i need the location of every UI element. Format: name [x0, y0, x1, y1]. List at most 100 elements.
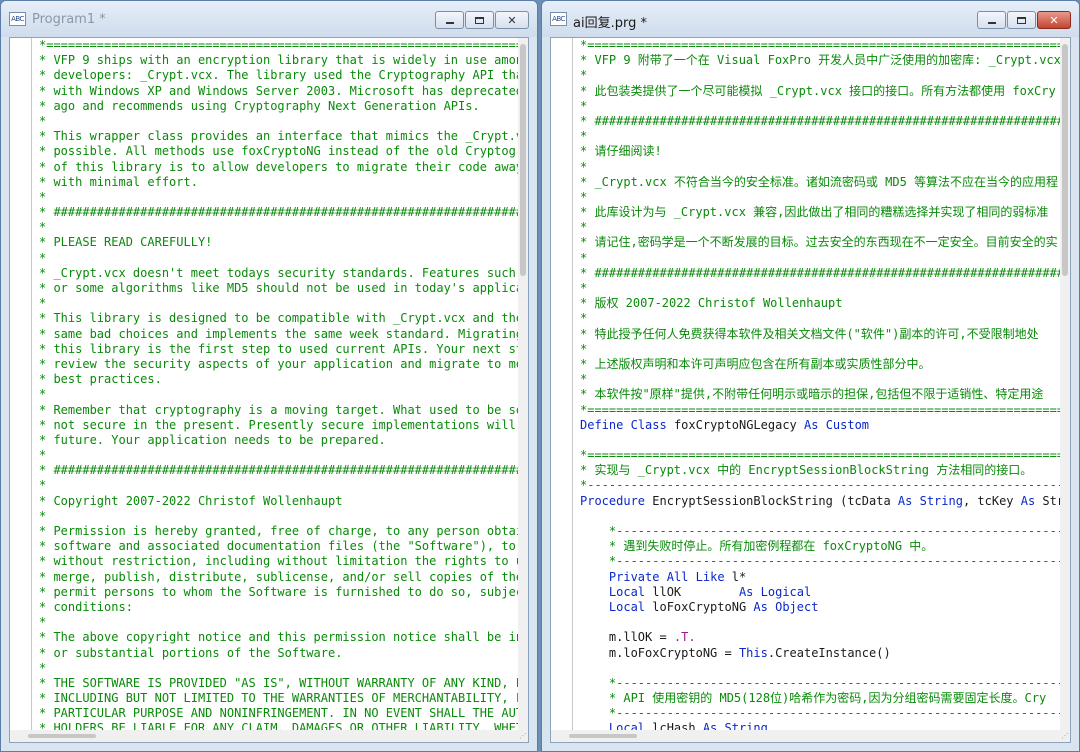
code-line: *=======================================… [580, 402, 1060, 417]
scroll-thumb[interactable] [28, 734, 96, 738]
code-line: *---------------------------------------… [608, 554, 1060, 569]
title-bar[interactable]: ABC Program1 * ✕ [1, 1, 537, 37]
maximize-button[interactable] [465, 11, 494, 29]
maximize-icon [475, 16, 484, 24]
scroll-thumb[interactable] [569, 734, 637, 738]
maximize-icon [1017, 16, 1026, 24]
code-line: * 实现与 _Crypt.vcx 中的 EncryptSessionBlockS… [580, 463, 1033, 478]
abc-text-icon: ABC [550, 12, 567, 26]
code-line: * Remember that cryptography is a moving… [39, 402, 518, 417]
code-line: m.loFoxCryptoNG = This.CreateInstance() [580, 645, 891, 660]
code-line: * 此包装类提供了一个尽可能模拟 _Crypt.vcx 接口的接口。所有方法都使… [580, 83, 1056, 98]
code-line: * 版权 2007-2022 Christof Wollenhaupt [580, 296, 843, 311]
code-line: Local llOK As Logical [608, 584, 812, 599]
code-line: * 遇到失败时停止。所有加密例程都在 foxCryptoNG 中。 [580, 539, 934, 554]
close-icon: ✕ [507, 13, 517, 27]
code-line: *=======================================… [580, 448, 1060, 463]
code-line: Local lcHash As String [608, 721, 768, 730]
code-line: * 特此授予任何人免费获得本软件及相关文档文件("软件")副本的许可,不受限制地… [580, 326, 1039, 341]
code-line: * Copyright 2007-2022 Christof Wollenhau… [39, 493, 343, 508]
close-button[interactable]: ✕ [1037, 11, 1071, 29]
code-line: * [580, 250, 588, 265]
code-line: * ######################################… [39, 205, 518, 220]
scroll-thumb[interactable] [520, 44, 526, 276]
close-icon: ✕ [1049, 13, 1059, 27]
code-line: * [580, 341, 588, 356]
code-line: * not secure in the present. Presently s… [39, 417, 518, 432]
code-line: * with minimal effort. [39, 174, 198, 189]
close-button[interactable]: ✕ [495, 11, 529, 29]
code-line: * [39, 448, 47, 463]
code-line: * VFP 9 ships with an encryption library… [39, 53, 518, 68]
code-line: * [39, 220, 47, 235]
resize-grip-icon[interactable]: ⋰ [518, 730, 528, 742]
code-line: * ######################################… [580, 265, 1060, 280]
maximize-button[interactable] [1007, 11, 1036, 29]
code-editor[interactable]: *=======================================… [9, 37, 529, 743]
code-line: *=======================================… [39, 38, 518, 52]
abc-text-icon: ABC [9, 12, 26, 26]
code-line: * [39, 189, 47, 204]
code-line: * The above copyright notice and this pe… [39, 630, 518, 645]
code-line: * or some algorithms like MD5 should not… [39, 281, 518, 295]
code-line: * PARTICULAR PURPOSE AND NONINFRINGEMENT… [39, 706, 518, 721]
minimize-button[interactable] [435, 11, 464, 29]
code-line: * _Crypt.vcx doesn't meet todays securit… [39, 265, 518, 280]
code-area[interactable]: *=======================================… [580, 38, 1060, 730]
code-line: * [580, 372, 588, 387]
code-line: *---------------------------------------… [580, 478, 1060, 493]
resize-grip-icon[interactable]: ⋰ [1060, 730, 1070, 742]
title-bar[interactable]: ABC ai回复.prg * ✕ [542, 1, 1079, 37]
horizontal-scrollbar[interactable]: ⋰ [10, 730, 528, 742]
code-line: * [39, 660, 47, 675]
scroll-thumb[interactable] [1062, 44, 1068, 276]
code-line: * possible. All methods use foxCryptoNG … [39, 144, 518, 159]
code-line: * ######################################… [580, 113, 1060, 128]
code-line: * [39, 478, 47, 493]
code-line: Private All Like l* [608, 569, 747, 584]
program1-window[interactable]: ABC Program1 * ✕ *======================… [0, 0, 538, 752]
code-line: * [39, 387, 47, 402]
ai-reply-window[interactable]: ABC ai回复.prg * ✕ *======================… [541, 0, 1080, 752]
code-line: * best practices. [39, 372, 162, 387]
horizontal-scrollbar[interactable]: ⋰ [551, 730, 1070, 742]
code-line: Local loFoxCryptoNG As Object [608, 599, 819, 614]
gutter-divider [31, 38, 32, 730]
code-line: * or substantial portions of the Softwar… [39, 645, 343, 660]
code-line: * merge, publish, distribute, sublicense… [39, 569, 518, 584]
window-title: Program1 * [32, 12, 106, 27]
code-line: * 请仔细阅读! [580, 144, 662, 159]
code-line: * PLEASE READ CAREFULLY! [39, 235, 213, 250]
code-line: * [580, 220, 588, 235]
code-area[interactable]: *=======================================… [39, 38, 518, 730]
code-line: * 此库设计为与 _Crypt.vcx 兼容,因此做出了相同的糟糕选择并实现了相… [580, 205, 1049, 220]
code-line: * [39, 508, 47, 523]
code-line: * without restriction, including without… [39, 554, 518, 569]
code-line: * HOLDERS BE LIABLE FOR ANY CLAIM, DAMAG… [39, 721, 518, 730]
code-line: * INCLUDING BUT NOT LIMITED TO THE WARRA… [39, 691, 518, 706]
code-line: * Permission is hereby granted, free of … [39, 524, 518, 538]
code-editor[interactable]: *=======================================… [550, 37, 1071, 743]
code-line: * [580, 311, 588, 326]
gutter-divider [572, 38, 573, 730]
vertical-scrollbar[interactable] [518, 38, 528, 730]
window-controls: ✕ [434, 11, 529, 29]
code-line: * THE SOFTWARE IS PROVIDED "AS IS", WITH… [39, 675, 518, 690]
code-line: * ago and recommends using Cryptography … [39, 98, 480, 113]
code-line: * 请记住,密码学是一个不断发展的目标。过去安全的东西现在不一定安全。目前安全的… [580, 235, 1058, 250]
code-line: *=======================================… [580, 38, 1060, 52]
code-line: * review the security aspects of your ap… [39, 356, 518, 371]
code-line: * with Windows XP and Windows Server 200… [39, 83, 518, 98]
code-line: *---------------------------------------… [608, 675, 1060, 690]
code-line: * permit persons to whom the Software is… [39, 584, 518, 599]
minimize-button[interactable] [977, 11, 1006, 29]
code-line: * [580, 281, 588, 295]
minimize-icon [987, 21, 996, 24]
vertical-scrollbar[interactable] [1060, 38, 1070, 730]
code-line: * future. Your application needs to be p… [39, 432, 386, 447]
code-line: * [580, 189, 588, 204]
window-controls: ✕ [976, 11, 1071, 29]
